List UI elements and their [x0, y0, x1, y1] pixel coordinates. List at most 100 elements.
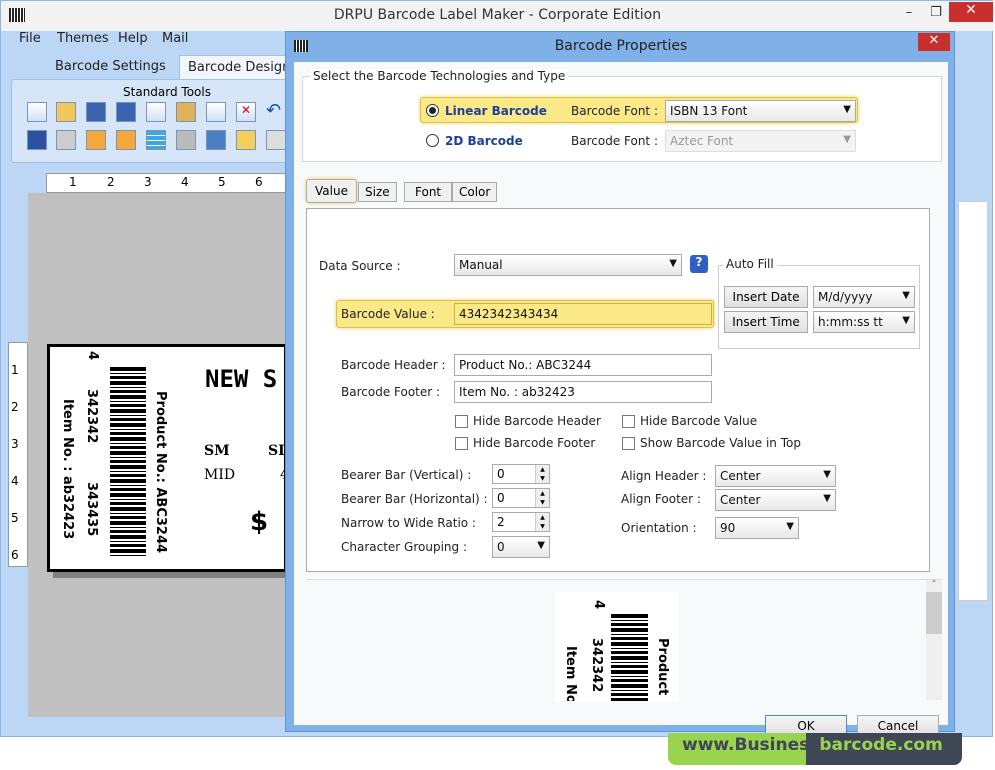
- brand-part-2: barcode.com: [819, 735, 943, 755]
- spin-arrows-icon[interactable]: ▲ ▼: [535, 513, 549, 531]
- tab-barcode-settings[interactable]: Barcode Settings: [41, 55, 180, 79]
- tab-color[interactable]: Color: [452, 182, 498, 202]
- unlock-icon[interactable]: [116, 130, 136, 150]
- spin-arrows-icon[interactable]: ▲ ▼: [535, 489, 549, 507]
- align-header-label: Align Header :: [621, 469, 707, 483]
- bearer-vertical-spinner[interactable]: 0 ▲ ▼: [492, 464, 550, 484]
- print-icon[interactable]: [266, 130, 286, 150]
- align-header-value: Center: [720, 469, 761, 483]
- grouping-value: 0: [497, 540, 505, 554]
- orientation-select[interactable]: 90 ▼: [715, 517, 799, 539]
- preview-item: Item No.: [563, 646, 578, 701]
- scrollbar-thumb[interactable]: [926, 592, 942, 634]
- ruler-tick: 4: [11, 474, 19, 488]
- bearer-horizontal-value: 0: [497, 491, 505, 505]
- undo-icon[interactable]: ↶: [266, 100, 281, 121]
- help-icon[interactable]: ?: [690, 255, 708, 273]
- bearer-horizontal-label: Bearer Bar (Horizontal) :: [341, 492, 488, 506]
- delete-icon[interactable]: ✕: [236, 102, 256, 122]
- barcode-header-input[interactable]: Product No.: ABC3244: [454, 354, 712, 376]
- minimize-button[interactable]: –: [896, 5, 922, 23]
- align-footer-value: Center: [720, 493, 761, 507]
- technology-group-title: Select the Barcode Technologies and Type: [310, 69, 569, 83]
- insert-date-button[interactable]: Insert Date: [724, 286, 808, 308]
- ruler-tick: 6: [11, 548, 19, 562]
- linear-font-value: ISBN 13 Font: [670, 104, 748, 118]
- hide-value-checkbox[interactable]: [622, 415, 635, 428]
- spin-arrows-icon[interactable]: ▲ ▼: [535, 465, 549, 483]
- time-format-select[interactable]: h:mm:ss tt ▼: [813, 311, 915, 333]
- tab-value[interactable]: Value: [306, 179, 357, 203]
- preview-digit: 4: [591, 600, 606, 610]
- data-source-select[interactable]: Manual ▼: [454, 254, 682, 276]
- paste-icon[interactable]: [176, 102, 196, 122]
- email-icon[interactable]: [236, 130, 256, 150]
- bring-front-icon[interactable]: [56, 130, 76, 150]
- send-back-icon[interactable]: [27, 130, 47, 150]
- 2d-font-select[interactable]: Aztec Font ▼: [665, 130, 856, 152]
- cut-icon[interactable]: [206, 102, 226, 122]
- tab-font[interactable]: Font: [404, 182, 453, 202]
- menu-file[interactable]: File: [19, 31, 41, 46]
- bearer-vertical-value: 0: [497, 467, 505, 481]
- barcode-footer-input[interactable]: Item No. : ab32423: [454, 381, 712, 403]
- linear-font-select[interactable]: ISBN 13 Font ▼: [665, 100, 856, 122]
- maximize-button[interactable]: ❐: [923, 5, 949, 23]
- barcode-footer-label: Barcode Footer :: [341, 385, 441, 399]
- scroll-up-icon[interactable]: ˄: [926, 580, 942, 590]
- data-source-label: Data Source :: [319, 259, 401, 273]
- ruler-tick: 5: [218, 175, 226, 189]
- show-value-top-label: Show Barcode Value in Top: [640, 436, 801, 450]
- save-as-icon[interactable]: [116, 102, 136, 122]
- close-button[interactable]: ✕: [949, 2, 993, 22]
- menu-mail[interactable]: Mail: [162, 31, 188, 46]
- bearer-vertical-label: Bearer Bar (Vertical) :: [341, 468, 472, 482]
- align-header-select[interactable]: Center ▼: [715, 465, 836, 487]
- 2d-barcode-label[interactable]: 2D Barcode: [445, 134, 523, 148]
- save-icon[interactable]: [86, 102, 106, 122]
- dialog-close-button[interactable]: ✕: [918, 33, 950, 51]
- barcode-label[interactable]: 4 342342 343435 Product No.: ABC3244 Ite…: [47, 344, 289, 572]
- date-format-select[interactable]: M/d/yyyy ▼: [813, 286, 915, 308]
- show-value-top-checkbox[interactable]: [622, 437, 635, 450]
- preview-area: 4 342342 Product No Item No. ˄: [306, 579, 942, 701]
- 2d-barcode-radio[interactable]: [426, 134, 439, 147]
- 2d-font-value: Aztec Font: [670, 134, 734, 148]
- new-icon[interactable]: [27, 102, 47, 122]
- insert-time-button[interactable]: Insert Time: [724, 311, 808, 333]
- menu-help[interactable]: Help: [118, 31, 148, 46]
- label-sm: SM: [204, 443, 230, 459]
- preview-scrollbar[interactable]: ˄: [926, 580, 942, 700]
- data-source-value: Manual: [459, 258, 503, 272]
- align-footer-select[interactable]: Center ▼: [715, 489, 836, 511]
- linear-barcode-label[interactable]: Linear Barcode: [445, 104, 547, 118]
- brand-banner: www.Businessbarcode.com: [668, 733, 962, 765]
- linear-barcode-radio[interactable]: [426, 104, 439, 117]
- horizontal-ruler: 1 2 3 4 5 6: [46, 173, 286, 193]
- label-top-digit: 4: [85, 351, 100, 361]
- ruler-tick: 2: [11, 400, 19, 414]
- tab-size[interactable]: Size: [358, 182, 397, 202]
- label-digits-1: 342342: [84, 389, 99, 444]
- grid-icon[interactable]: [146, 130, 166, 150]
- ratio-label: Narrow to Wide Ratio :: [341, 516, 476, 530]
- lock-icon[interactable]: [86, 130, 106, 150]
- hide-header-checkbox[interactable]: [455, 415, 468, 428]
- copy-icon[interactable]: [146, 102, 166, 122]
- toolbox-title: Standard Tools: [123, 85, 211, 99]
- menu-themes[interactable]: Themes: [57, 31, 109, 46]
- ratio-spinner[interactable]: 2 ▲ ▼: [492, 512, 550, 532]
- ratio-value: 2: [497, 515, 505, 529]
- database-icon[interactable]: [176, 130, 196, 150]
- label-title: NEW S: [205, 365, 278, 393]
- align-footer-label: Align Footer :: [621, 492, 701, 506]
- hide-footer-checkbox[interactable]: [455, 437, 468, 450]
- barcode-preview: 4 342342 Product No Item No.: [555, 592, 679, 701]
- barcode-value-label: Barcode Value :: [341, 307, 435, 321]
- open-icon[interactable]: [56, 102, 76, 122]
- barcode-value-input[interactable]: 4342342343434: [454, 303, 712, 325]
- bearer-horizontal-spinner[interactable]: 0 ▲ ▼: [492, 488, 550, 508]
- dialog-title: Barcode Properties: [554, 38, 688, 54]
- image-icon[interactable]: [206, 130, 226, 150]
- grouping-select[interactable]: 0 ▼: [492, 536, 550, 558]
